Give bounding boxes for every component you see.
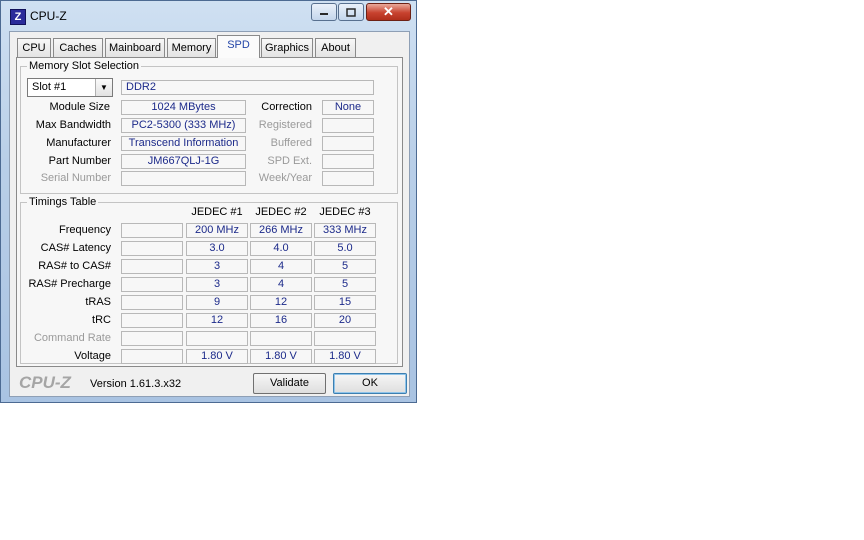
- tab-cpu[interactable]: CPU: [17, 38, 51, 57]
- spd-tab-panel: Memory Slot Selection Slot #1 ▼ DDR2 Mod…: [16, 57, 403, 367]
- table-cell: 5: [314, 259, 376, 274]
- row-label: Voltage: [74, 350, 111, 362]
- column-header-jedec-1: JEDEC #1: [191, 206, 243, 218]
- maximize-icon: [346, 7, 356, 17]
- table-cell: 9: [186, 295, 248, 310]
- table-cell: 12: [186, 313, 248, 328]
- manufacturer-field: Transcend Information: [121, 136, 246, 151]
- tab-about[interactable]: About: [315, 38, 356, 57]
- serial-number-label: Serial Number: [40, 172, 111, 184]
- cpuz-window: Z CPU-Z ✕ CPU Caches Mainboard Memory SP…: [0, 0, 417, 403]
- table-cell: 1.80 V: [250, 349, 312, 364]
- row-label: CAS# Latency: [40, 242, 111, 254]
- registered-field: [322, 118, 374, 133]
- max-bandwidth-field: PC2-5300 (333 MHz): [121, 118, 246, 133]
- minimize-button[interactable]: [311, 3, 337, 21]
- tab-graphics[interactable]: Graphics: [261, 38, 313, 57]
- registered-label: Registered: [258, 119, 312, 131]
- table-cell: 4.0: [250, 241, 312, 256]
- correction-field: None: [322, 100, 374, 115]
- week-year-field: [322, 171, 374, 186]
- close-icon: ✕: [383, 4, 394, 19]
- column-header-jedec-3: JEDEC #3: [319, 206, 371, 218]
- minimize-icon: [320, 13, 328, 15]
- row-label: RAS# to CAS#: [38, 260, 111, 272]
- table-cell: 266 MHz: [250, 223, 312, 238]
- cpuz-logo: CPU-Z: [19, 373, 71, 392]
- table-cell: 4: [250, 277, 312, 292]
- window-title: CPU-Z: [30, 9, 67, 23]
- table-cell: 3: [186, 259, 248, 274]
- slot-select-value: Slot #1: [32, 81, 67, 93]
- max-bandwidth-label: Max Bandwidth: [35, 119, 111, 131]
- row-label: Frequency: [59, 224, 111, 236]
- chevron-down-icon[interactable]: ▼: [95, 79, 112, 96]
- correction-label: Correction: [261, 101, 312, 113]
- table-cell: 1.80 V: [186, 349, 248, 364]
- buffered-field: [322, 136, 374, 151]
- client-area: CPU Caches Mainboard Memory SPD Graphics…: [9, 31, 410, 397]
- row-label: Command Rate: [33, 332, 111, 344]
- tab-memory[interactable]: Memory: [167, 38, 216, 57]
- unlabeled-cell: [121, 295, 183, 310]
- table-cell: [186, 331, 248, 346]
- serial-number-field: [121, 171, 246, 186]
- table-cell: 15: [314, 295, 376, 310]
- tab-mainboard[interactable]: Mainboard: [105, 38, 165, 57]
- unlabeled-cell: [121, 259, 183, 274]
- row-label: RAS# Precharge: [28, 278, 111, 290]
- table-cell: [314, 331, 376, 346]
- unlabeled-cell: [121, 313, 183, 328]
- table-cell: 3: [186, 277, 248, 292]
- part-number-label: Part Number: [48, 155, 111, 167]
- cpuz-app-icon: Z: [10, 9, 26, 25]
- unlabeled-cell: [121, 349, 183, 364]
- memory-type-field: DDR2: [121, 80, 374, 95]
- memory-slot-selection-title: Memory Slot Selection: [27, 60, 142, 72]
- manufacturer-label: Manufacturer: [46, 137, 111, 149]
- tab-spd[interactable]: SPD: [217, 35, 260, 58]
- tab-caches[interactable]: Caches: [53, 38, 103, 57]
- version-text: Version 1.61.3.x32: [90, 378, 182, 390]
- title-bar[interactable]: Z CPU-Z ✕: [1, 1, 416, 31]
- memory-slot-selection-group: Memory Slot Selection Slot #1 ▼ DDR2 Mod…: [20, 60, 398, 194]
- table-cell: [250, 331, 312, 346]
- close-button[interactable]: ✕: [366, 3, 411, 21]
- table-cell: 5.0: [314, 241, 376, 256]
- week-year-label: Week/Year: [258, 172, 312, 184]
- table-cell: 200 MHz: [186, 223, 248, 238]
- validate-button[interactable]: Validate: [253, 373, 326, 394]
- unlabeled-cell: [121, 277, 183, 292]
- spd-ext-field: [322, 154, 374, 169]
- unlabeled-cell: [121, 241, 183, 256]
- spd-ext-label: SPD Ext.: [267, 155, 312, 167]
- maximize-button[interactable]: [338, 3, 364, 21]
- table-cell: 3.0: [186, 241, 248, 256]
- buffered-label: Buffered: [270, 137, 312, 149]
- unlabeled-cell: [121, 331, 183, 346]
- row-label: tRC: [92, 314, 111, 326]
- table-cell: 12: [250, 295, 312, 310]
- table-cell: 16: [250, 313, 312, 328]
- column-header-jedec-2: JEDEC #2: [255, 206, 307, 218]
- timings-table-title: Timings Table: [27, 196, 99, 208]
- table-cell: 5: [314, 277, 376, 292]
- table-cell: 20: [314, 313, 376, 328]
- module-size-field: 1024 MBytes: [121, 100, 246, 115]
- table-cell: 1.80 V: [314, 349, 376, 364]
- ok-button[interactable]: OK: [333, 373, 407, 394]
- slot-select[interactable]: Slot #1 ▼: [27, 78, 113, 97]
- table-cell: 333 MHz: [314, 223, 376, 238]
- unlabeled-cell: [121, 223, 183, 238]
- part-number-field: JM667QLJ-1G: [121, 154, 246, 169]
- module-size-label: Module Size: [49, 101, 110, 113]
- timings-table-group: Timings Table JEDEC #1 JEDEC #2 JEDEC #3…: [20, 196, 398, 364]
- row-label: tRAS: [85, 296, 111, 308]
- table-cell: 4: [250, 259, 312, 274]
